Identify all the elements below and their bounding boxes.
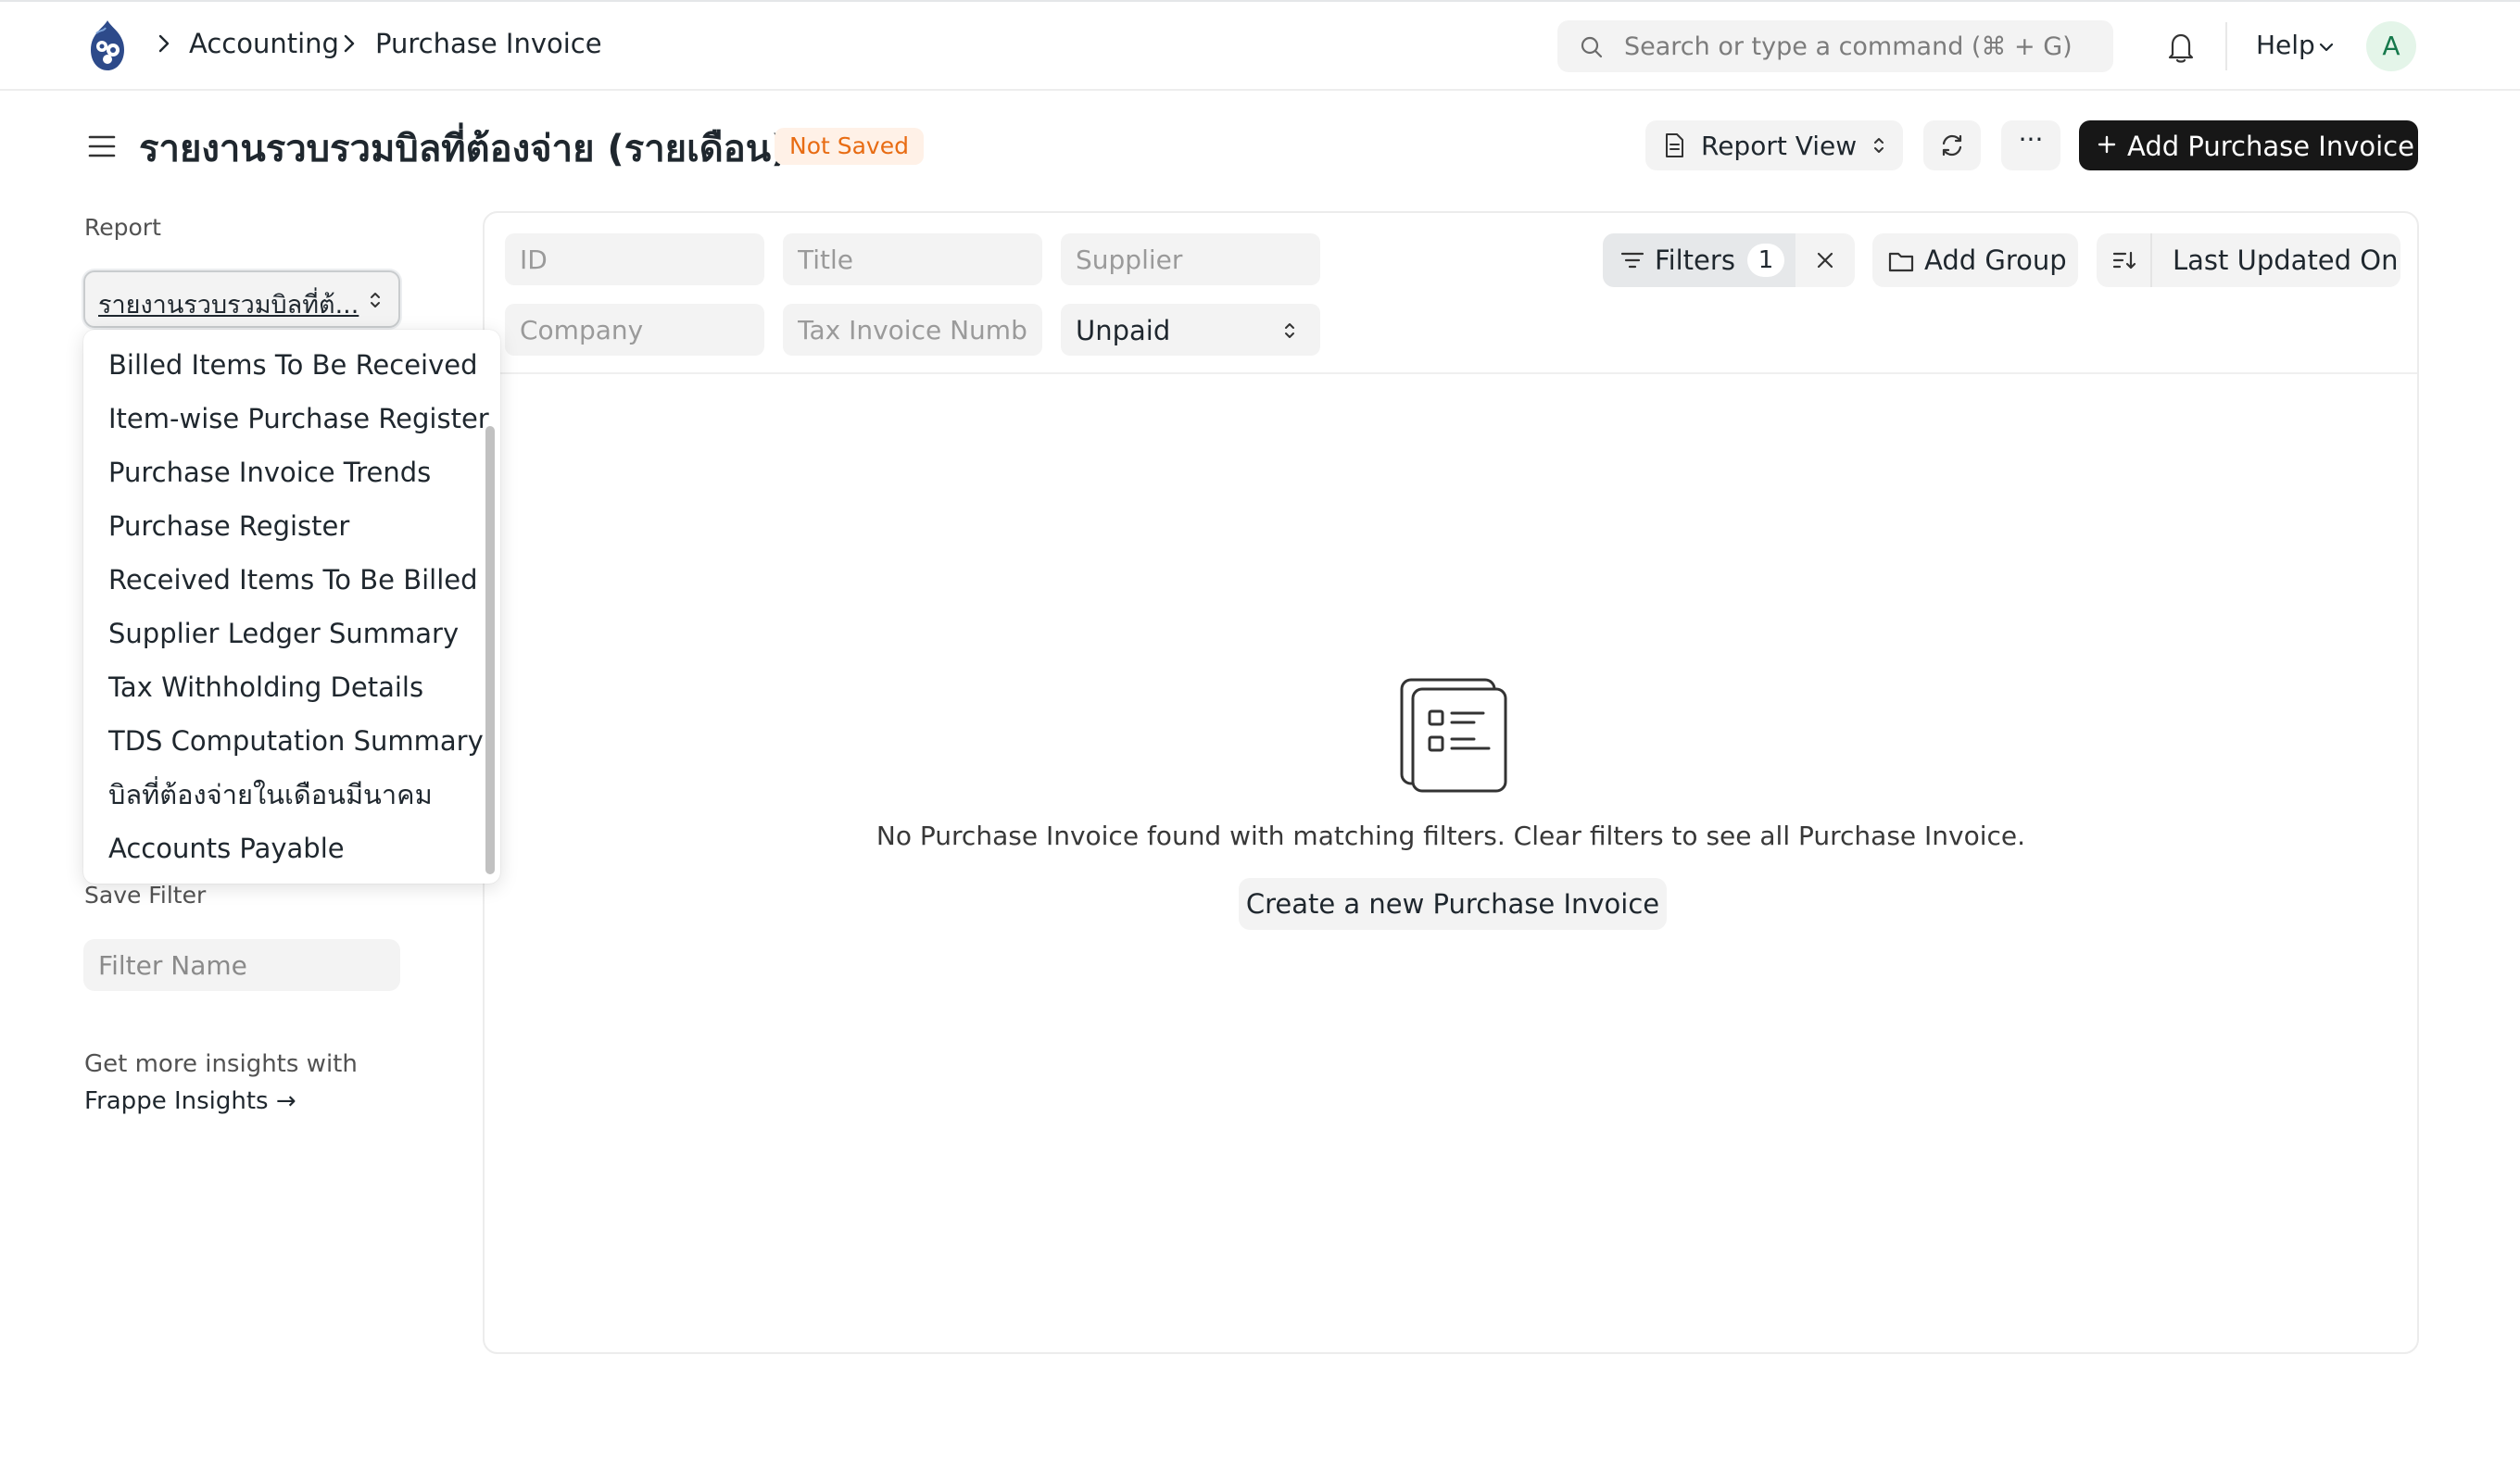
chevron-right-icon [344,34,355,53]
sort-field-label: Last Updated On [2173,245,2399,276]
report-dropdown: Billed Items To Be Received Item-wise Pu… [83,330,500,884]
dropdown-scrollbar-thumb[interactable] [485,426,495,874]
sort-order-button[interactable] [2097,233,2152,287]
report-option[interactable]: Received Items To Be Billed [83,553,482,607]
app-logo-icon[interactable] [83,19,132,72]
breadcrumb-accounting[interactable]: Accounting [189,28,339,59]
filters-count-badge: 1 [1747,244,1784,277]
save-filter-label: Save Filter [84,882,207,909]
refresh-icon [1942,134,1962,157]
report-option[interactable]: Billed Items To Be Received [83,338,482,392]
empty-state-message: No Purchase Invoice found with matching … [876,821,2026,851]
report-option[interactable]: Accounts Payable [83,822,482,875]
report-option[interactable]: Purchase Register [83,499,482,553]
frappe-insights-link[interactable]: Frappe Insights → [84,1087,296,1115]
report-view-label: Report View [1701,131,1858,161]
report-option[interactable]: Item-wise Purchase Register [83,392,489,445]
report-option[interactable]: Purchase Invoice Trends [83,445,482,499]
status-filter-select[interactable]: Unpaid [1061,304,1320,356]
navbar: Accounting Purchase Invoice Help A [0,0,2520,91]
help-menu[interactable]: Help [2256,30,2315,60]
folder-icon [1888,252,1914,272]
notification-bell-icon[interactable] [2165,31,2197,64]
id-filter-input[interactable] [505,233,764,285]
search-icon [1581,36,1603,58]
add-group-button[interactable]: Add Group [1872,233,2078,287]
tax-invoice-number-filter-input[interactable] [783,304,1042,356]
chevron-down-icon[interactable] [2318,41,2335,54]
status-badge: Not Saved [775,128,924,165]
empty-list-icon [1400,678,1507,793]
search-input[interactable] [1622,20,2095,72]
report-option[interactable]: บิลที่ต้องจ่ายในเดือนมีนาคม [83,768,482,822]
sort-field-button[interactable]: Last Updated On [2152,233,2400,287]
refresh-button[interactable] [1923,120,1981,170]
panel-divider [485,372,2417,374]
filters-button[interactable]: Filters 1 [1603,233,1796,287]
add-purchase-invoice-label: Add Purchase Invoice [2127,131,2414,162]
select-arrows-icon [1874,138,1884,153]
report-option[interactable]: Tax Withholding Details [83,660,482,714]
title-filter-input[interactable] [783,233,1042,285]
report-panel: Unpaid Filters 1 Add Group Last Updated … [483,211,2419,1354]
filters-label: Filters [1655,245,1735,276]
sort-descending-icon [2112,251,2136,270]
report-label: Report [84,214,161,241]
status-filter-value: Unpaid [1076,315,1171,346]
avatar[interactable]: A [2366,21,2416,71]
document-icon [1666,133,1683,157]
page-title: รายงานรวบรวมบิลที่ต้องจ่าย (รายเดือน) [139,128,788,170]
company-filter-input[interactable] [505,304,764,356]
filter-icon [1620,252,1644,269]
create-new-purchase-invoice-button[interactable]: Create a new Purchase Invoice [1239,878,1667,930]
awesomebar-search [1557,20,2113,72]
navbar-divider [2225,22,2227,70]
insights-text: Get more insights with [84,1050,358,1078]
more-dots-icon: ··· [2018,124,2044,155]
report-select-value: รายงานรวบรวมบิลที่ต้... [98,291,359,320]
report-option[interactable]: TDS Computation Summary [83,714,484,768]
supplier-filter-input[interactable] [1061,233,1320,285]
report-view-switcher[interactable]: Report View [1645,120,1903,170]
close-icon [1817,252,1833,269]
report-option[interactable]: Supplier Ledger Summary [83,607,482,660]
select-arrows-icon [1285,323,1294,338]
sidebar-toggle-icon[interactable] [87,132,117,161]
plus-icon [2098,135,2116,154]
more-actions-button[interactable]: ··· [2001,120,2060,170]
breadcrumb-purchase-invoice[interactable]: Purchase Invoice [375,28,602,59]
report-select[interactable]: รายงานรวบรวมบิลที่ต้... [83,270,400,328]
clear-filters-button[interactable] [1796,233,1855,287]
select-arrows-icon [371,293,380,307]
filter-name-input[interactable] [83,939,400,991]
add-group-label: Add Group [1924,245,2067,276]
add-purchase-invoice-button[interactable]: Add Purchase Invoice [2079,120,2418,170]
chevron-right-icon [158,34,170,53]
